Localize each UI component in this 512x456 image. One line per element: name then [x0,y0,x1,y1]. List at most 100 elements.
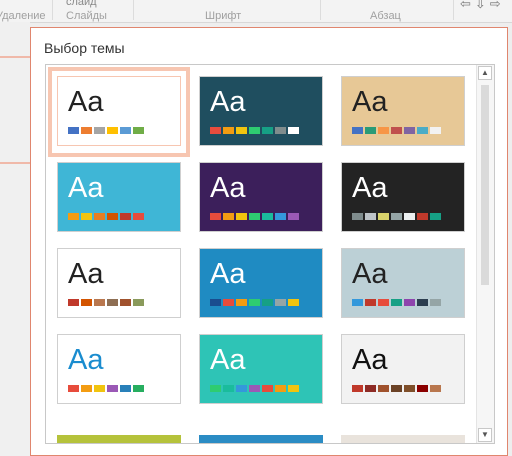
color-swatch [275,385,286,392]
theme-tile[interactable]: Aa [194,71,328,153]
color-swatches [352,299,441,306]
theme-picker-dialog: Выбор темы Aa Aa Aa Aa Aa Aa Aa Aa Aa Aa Aa Aa ▲ ▼ [30,27,508,456]
color-swatch [81,213,92,220]
color-swatch [223,127,234,134]
color-swatch [262,213,273,220]
color-swatch [236,213,247,220]
ribbon-group-slides: Слайды [66,10,107,22]
color-swatch [430,299,441,306]
color-swatch [107,385,118,392]
color-swatch [365,385,376,392]
theme-tile[interactable]: Aa [52,157,186,239]
color-swatch [352,299,363,306]
theme-sample-text: Aa [352,172,388,204]
color-swatch [223,213,234,220]
color-swatch [352,385,363,392]
color-swatch [378,299,389,306]
theme-sample-text: Aa [210,172,246,204]
theme-thumbnail: Aa [57,248,181,318]
theme-gallery[interactable]: Aa Aa Aa Aa Aa Aa Aa Aa Aa Aa Aa Aa ▲ ▼ [45,64,495,444]
theme-tile[interactable]: Aa [52,329,186,411]
scroll-down-icon[interactable]: ▼ [478,428,492,442]
theme-sample-text: Aa [210,86,246,118]
theme-tile[interactable]: Aa [194,329,328,411]
color-swatch [210,385,221,392]
color-swatch [133,385,144,392]
color-swatch [391,299,402,306]
color-swatch [378,385,389,392]
color-swatch [120,385,131,392]
ribbon: слайд Удаление Слайды Шрифт Абзац ⇦⇩⇨ [0,0,512,23]
theme-sample-text: Aa [352,258,388,290]
color-swatch [133,299,144,306]
color-swatch [404,299,415,306]
color-swatch [275,213,286,220]
color-swatches [210,385,299,392]
ribbon-group-delete: Удаление [0,10,46,22]
color-swatch [133,127,144,134]
color-swatches [352,213,441,220]
theme-tile[interactable]: Aa [52,243,186,325]
color-swatch [288,385,299,392]
color-swatch [223,299,234,306]
color-swatch [81,385,92,392]
color-swatch [133,213,144,220]
color-swatch [94,127,105,134]
color-swatch [288,127,299,134]
scroll-up-icon[interactable]: ▲ [478,66,492,80]
color-swatch [94,299,105,306]
color-swatch [352,127,363,134]
color-swatch [68,213,79,220]
color-swatch [378,127,389,134]
theme-grid: Aa Aa Aa Aa Aa Aa Aa Aa Aa Aa Aa Aa [46,65,478,443]
theme-tile-partial[interactable] [341,435,465,443]
theme-sample-text: Aa [352,86,388,118]
color-swatch [365,299,376,306]
color-swatch [391,127,402,134]
color-swatch [378,213,389,220]
theme-sample-text: Aa [68,344,104,376]
color-swatch [120,213,131,220]
color-swatches [210,127,299,134]
theme-tile[interactable]: Aa [336,157,470,239]
color-swatch [120,127,131,134]
theme-tile-partial[interactable] [199,435,323,443]
theme-tile[interactable]: Aa [336,71,470,153]
ribbon-group-font: Шрифт [205,10,242,22]
scroll-thumb[interactable] [481,85,489,285]
color-swatches [68,127,144,134]
color-swatches [210,299,299,306]
color-swatch [288,213,299,220]
color-swatch [262,299,273,306]
theme-sample-text: Aa [210,258,246,290]
theme-thumbnail: Aa [341,334,465,404]
color-swatch [120,299,131,306]
theme-sample-text: Aa [68,258,104,290]
color-swatch [223,385,234,392]
color-swatch [68,127,79,134]
theme-tile[interactable]: Aa [48,67,190,157]
color-swatch [417,385,428,392]
slide-button[interactable]: слайд [66,0,97,8]
theme-thumbnail: Aa [341,76,465,146]
scrollbar[interactable]: ▲ ▼ [476,65,494,443]
theme-thumbnail: Aa [341,162,465,232]
arrow-icons[interactable]: ⇦⇩⇨ [460,0,505,12]
color-swatch [210,299,221,306]
color-swatch [430,127,441,134]
theme-thumbnail: Aa [199,162,323,232]
theme-tile[interactable]: Aa [194,243,328,325]
theme-thumbnail: Aa [57,162,181,232]
color-swatch [404,385,415,392]
color-swatch [210,213,221,220]
color-swatch [404,127,415,134]
color-swatch [249,213,260,220]
color-swatches [352,385,441,392]
color-swatch [430,385,441,392]
theme-tile[interactable]: Aa [336,243,470,325]
color-swatch [417,127,428,134]
theme-tile[interactable]: Aa [336,329,470,411]
color-swatches [352,127,441,134]
theme-tile[interactable]: Aa [194,157,328,239]
theme-tile-partial[interactable] [57,435,181,443]
